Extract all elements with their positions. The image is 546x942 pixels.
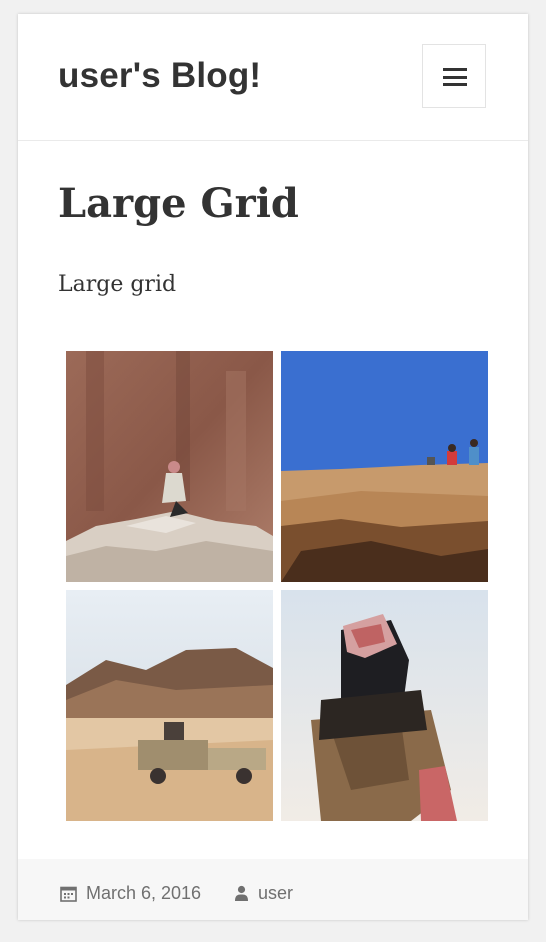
menu-button[interactable] [422, 44, 486, 108]
post-author[interactable]: user [234, 881, 293, 905]
post-date-text[interactable]: March 6, 2016 [86, 883, 201, 904]
user-icon [235, 885, 248, 901]
post-date[interactable]: March 6, 2016 [60, 881, 201, 905]
gallery-image-4[interactable] [281, 590, 488, 821]
gallery-image-1-graphic [66, 351, 273, 582]
post-body: Large grid [58, 272, 177, 297]
gallery-image-1[interactable] [66, 351, 273, 582]
calendar-icon [60, 886, 77, 902]
gallery-image-2-graphic [281, 351, 488, 582]
gallery-image-3-graphic [66, 590, 273, 821]
hamburger-menu-icon [443, 68, 467, 86]
gallery-image-4-graphic [281, 590, 488, 821]
site-title[interactable]: user's Blog! [58, 56, 261, 96]
post-title[interactable]: Large Grid [58, 180, 299, 227]
site-header: user's Blog! [18, 14, 528, 141]
post-footer: March 6, 2016 user [18, 859, 528, 920]
gallery-image-2[interactable] [281, 351, 488, 582]
post-author-text[interactable]: user [258, 883, 293, 904]
gallery-image-3[interactable] [66, 590, 273, 821]
page-card: user's Blog! Large Grid Large grid March… [18, 14, 528, 920]
